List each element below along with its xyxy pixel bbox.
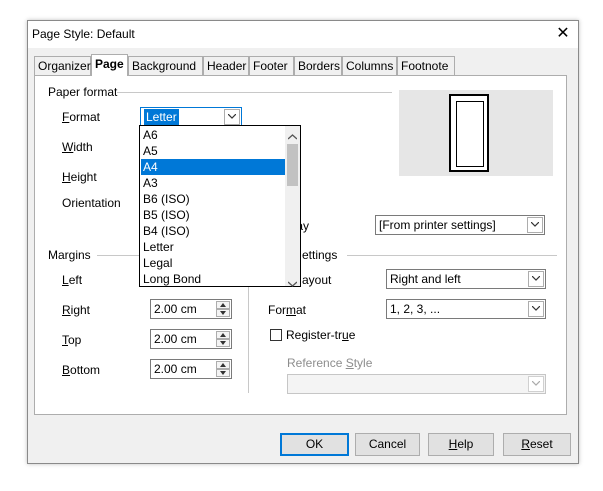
format-option-b4[interactable]: B4 (ISO)	[141, 223, 285, 239]
format-label: Format	[62, 110, 101, 124]
tab-page[interactable]: Page	[91, 54, 128, 76]
help-button[interactable]: Help	[428, 433, 494, 456]
orientation-label: Orientation	[62, 196, 121, 210]
scroll-up-icon[interactable]	[287, 129, 298, 143]
ok-button[interactable]: OK	[280, 433, 349, 456]
tab-header[interactable]: Header	[203, 56, 249, 75]
tab-background[interactable]: Background	[128, 56, 203, 75]
left-margin-label: Left	[62, 273, 83, 287]
tab-footnote[interactable]: Footnote	[397, 56, 455, 75]
numbering-format-select[interactable]: 1, 2, 3, ...	[386, 299, 546, 319]
page-layout-select[interactable]: Right and left	[386, 269, 546, 289]
reset-button[interactable]: Reset	[503, 433, 571, 456]
numbering-format-label: Format	[268, 303, 307, 317]
reference-style-select[interactable]	[287, 374, 546, 394]
format-option-a3[interactable]: A3	[141, 175, 285, 191]
title-bar: Page Style: Default ✕	[28, 21, 578, 48]
numbering-format-value: 1, 2, 3, ...	[390, 302, 441, 316]
top-margin-label: Top	[62, 333, 82, 347]
tab-columns[interactable]: Columns	[342, 56, 397, 75]
page-style-dialog: Page Style: Default ✕ Organizer Page Bac…	[27, 20, 579, 464]
spin-down-icon[interactable]	[216, 309, 230, 317]
chevron-down-icon[interactable]	[528, 271, 544, 287]
top-margin-value: 2.00 cm	[154, 332, 197, 346]
top-margin-spinbox[interactable]: 2.00 cm	[150, 329, 232, 349]
chevron-down-icon[interactable]	[527, 217, 543, 233]
preview-page-outline	[449, 94, 489, 172]
format-option-b5[interactable]: B5 (ISO)	[141, 207, 285, 223]
spin-down-icon[interactable]	[216, 339, 230, 347]
format-select[interactable]: Letter	[140, 107, 242, 127]
chevron-down-icon[interactable]	[224, 109, 240, 125]
format-select-value: Letter	[144, 109, 179, 125]
spin-up-icon[interactable]	[216, 361, 230, 369]
chevron-down-icon[interactable]	[528, 301, 544, 317]
right-margin-label: Right	[62, 303, 91, 317]
tab-borders[interactable]: Borders	[294, 56, 342, 75]
dialog-title: Page Style: Default	[32, 27, 135, 41]
right-margin-spinbox[interactable]: 2.00 cm	[150, 299, 232, 319]
spin-up-icon[interactable]	[216, 301, 230, 309]
tab-footer[interactable]: Footer	[249, 56, 294, 75]
close-icon[interactable]: ✕	[553, 24, 573, 44]
page-layout-value: Right and left	[390, 272, 461, 286]
format-option-letter[interactable]: Letter	[141, 239, 285, 255]
format-option-a5[interactable]: A5	[141, 143, 285, 159]
spin-down-icon[interactable]	[216, 369, 230, 377]
right-margin-value: 2.00 cm	[154, 302, 197, 316]
layout-settings-rule	[347, 255, 557, 256]
bottom-margin-spinbox[interactable]: 2.00 cm	[150, 359, 232, 379]
format-option-b6[interactable]: B6 (ISO)	[141, 191, 285, 207]
margins-heading: Margins	[48, 248, 91, 262]
tab-organizer[interactable]: Organizer	[34, 56, 91, 75]
format-option-a4[interactable]: A4	[141, 159, 285, 175]
height-label: Height	[62, 170, 97, 184]
cancel-button[interactable]: Cancel	[355, 433, 420, 456]
format-option-long-bond[interactable]: Long Bond	[141, 271, 285, 287]
page-layout-label: ayout	[302, 273, 332, 287]
format-option-a6[interactable]: A6	[141, 127, 285, 143]
reference-style-label: Reference Style	[287, 356, 373, 370]
register-true-checkbox[interactable]	[270, 329, 282, 341]
bottom-margin-value: 2.00 cm	[154, 362, 197, 376]
scroll-down-icon[interactable]	[287, 276, 298, 290]
layout-settings-heading: ettings	[302, 248, 338, 262]
width-label: Width	[62, 140, 93, 154]
page-preview	[399, 90, 553, 176]
paper-format-rule	[116, 92, 392, 93]
format-option-legal[interactable]: Legal	[141, 255, 285, 271]
dropdown-scrollbar[interactable]	[285, 126, 300, 287]
register-true-label: Register-true	[286, 328, 356, 342]
format-dropdown-list: A6 A5 A4 A3 B6 (ISO) B5 (ISO) B4 (ISO) L…	[139, 125, 301, 287]
scrollbar-thumb[interactable]	[287, 144, 298, 186]
preview-page-margin	[456, 101, 484, 167]
paper-format-heading: Paper format	[48, 85, 118, 99]
paper-tray-select[interactable]: [From printer settings]	[375, 215, 545, 235]
chevron-down-icon	[528, 376, 544, 392]
spin-up-icon[interactable]	[216, 331, 230, 339]
paper-tray-value: [From printer settings]	[379, 218, 496, 232]
bottom-margin-label: Bottom	[62, 363, 101, 377]
